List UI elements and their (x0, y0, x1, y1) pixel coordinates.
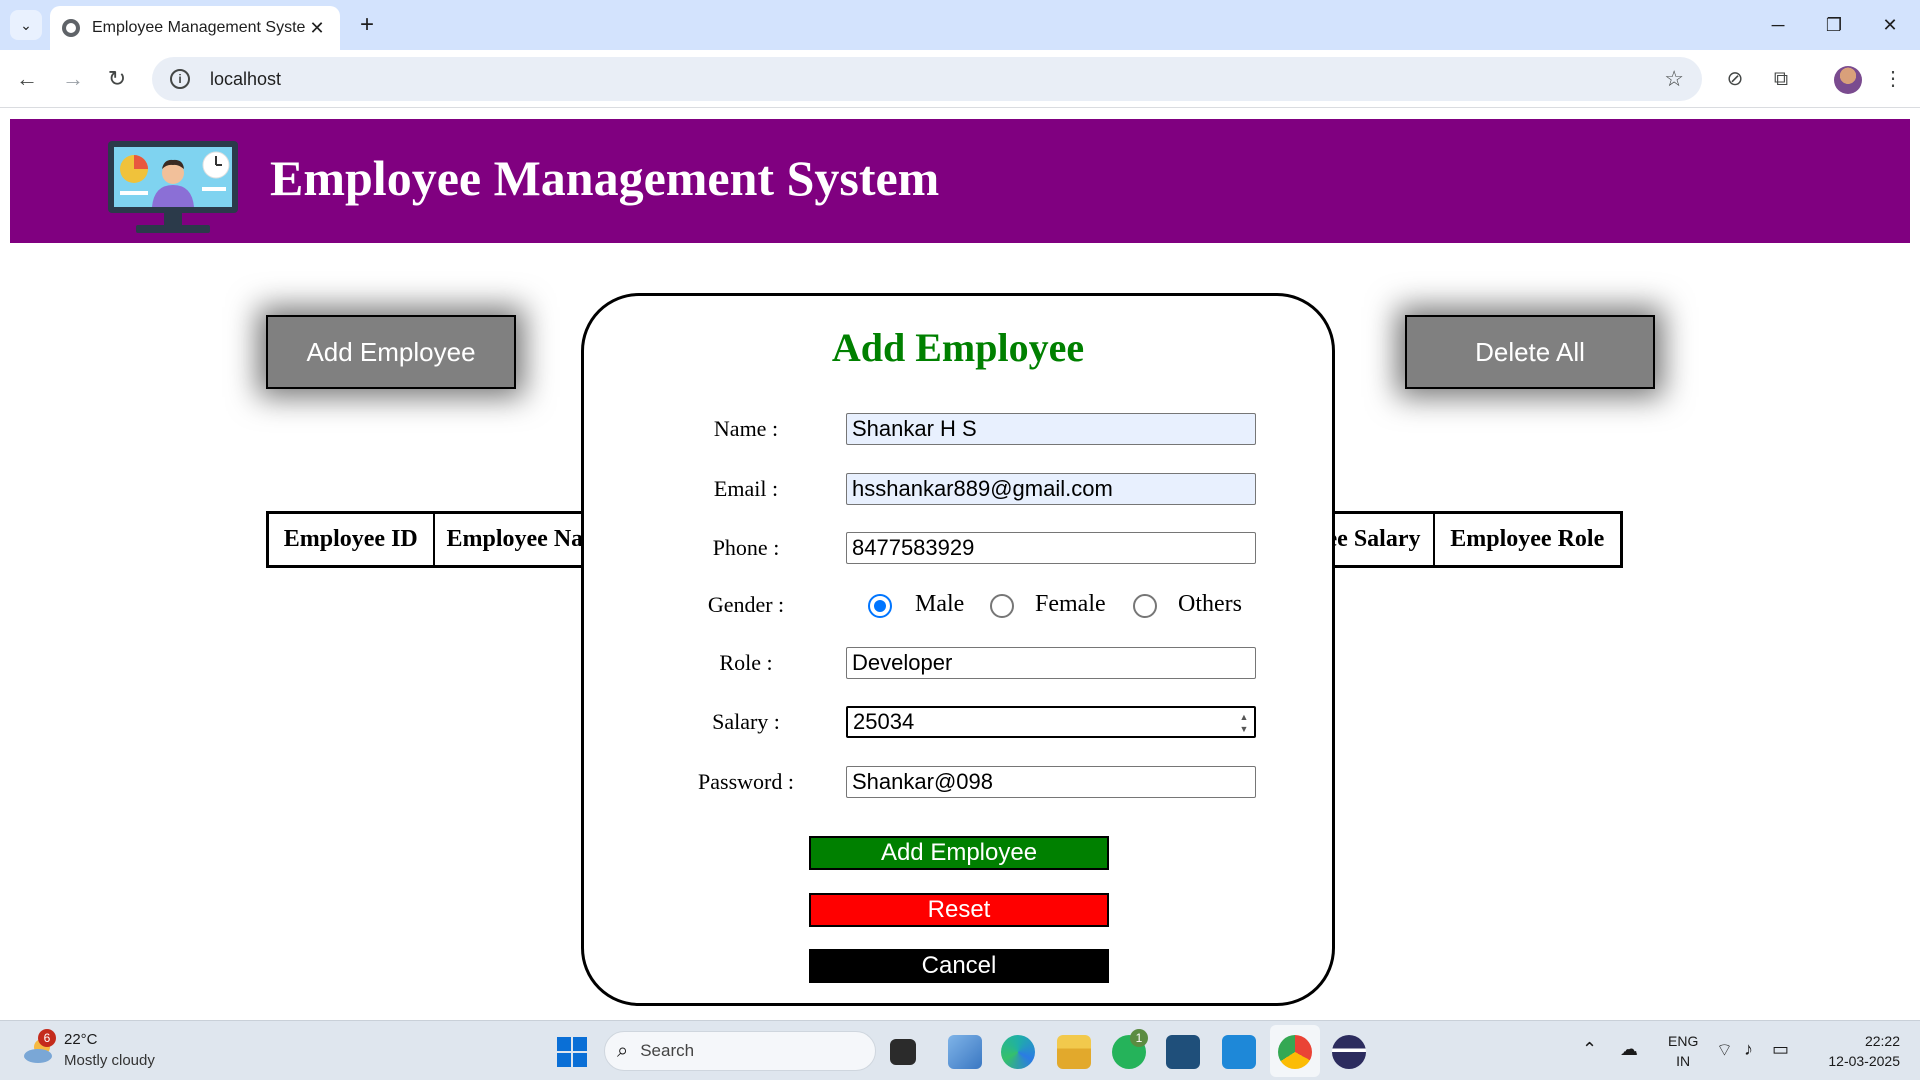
cancel-button[interactable]: Cancel (809, 949, 1109, 983)
no-tracking-icon[interactable]: ⊘ (1720, 64, 1750, 94)
site-info-icon[interactable]: i (170, 69, 190, 89)
whatsapp-unread-badge: 1 (1130, 1029, 1148, 1047)
gender-male-label: Male (915, 591, 965, 617)
forward-arrow-icon[interactable]: → (56, 62, 90, 96)
clock-date: 12-03-2025 (1828, 1053, 1900, 1069)
minimize-icon[interactable]: ─ (1750, 8, 1806, 42)
delete-all-button[interactable]: Delete All (1405, 315, 1655, 389)
column-header-employee-role: Employee Role (1432, 511, 1623, 568)
gender-others-radio[interactable] (1133, 594, 1157, 618)
mysql-workbench-icon[interactable] (1166, 1035, 1200, 1069)
gender-female-radio[interactable] (990, 594, 1014, 618)
vscode-icon[interactable] (1222, 1035, 1256, 1069)
salary-value: 25034 (853, 709, 915, 734)
windows-taskbar: 6 22°C Mostly cloudy ⌕ Search 1 ⌃ ☁ ENG … (0, 1020, 1920, 1080)
search-icon: ⌕ (617, 1039, 629, 1062)
tab-search-chevron-icon[interactable]: ⌄ (10, 10, 42, 40)
role-input[interactable]: Developer (846, 647, 1256, 679)
add-employee-open-button[interactable]: Add Employee (266, 315, 516, 389)
tab-title: Employee Management System (92, 19, 306, 36)
browser-tab[interactable]: Employee Management System ✕ (50, 6, 340, 50)
address-url[interactable]: localhost (210, 69, 1664, 90)
password-input[interactable]: Shankar@098 (846, 766, 1256, 798)
wifi-icon[interactable]: ⌔ (1716, 1039, 1733, 1062)
column-header-employee-id: Employee ID (266, 511, 435, 568)
window-close-icon[interactable]: ✕ (1862, 8, 1918, 42)
email-input[interactable]: hsshankar889@gmail.com (846, 473, 1256, 505)
show-hidden-icons-chevron-icon[interactable]: ⌃ (1582, 1039, 1597, 1060)
task-view-icon[interactable] (890, 1039, 916, 1065)
more-menu-icon[interactable]: ⋮ (1878, 64, 1908, 94)
name-label: Name : (713, 416, 779, 441)
system-clock[interactable]: 22:22 12-03-2025 (1810, 1031, 1900, 1071)
language-indicator[interactable]: ENG IN (1668, 1031, 1698, 1071)
employee-monitor-logo-icon (108, 141, 238, 233)
browser-tabstrip: ⌄ Employee Management System ✕ + ─ ❐ ✕ (0, 0, 1920, 50)
address-bar[interactable]: i localhost ☆ (152, 57, 1702, 101)
phone-input[interactable]: 8477583929 (846, 532, 1256, 564)
modal-title: Add Employee (831, 325, 1085, 370)
name-input[interactable]: Shankar H S (846, 413, 1256, 445)
restore-icon[interactable]: ❐ (1806, 8, 1862, 42)
password-label: Password : (698, 769, 794, 794)
salary-input[interactable]: 25034 ▲ ▼ (846, 706, 1256, 738)
onedrive-cloud-icon[interactable]: ☁ (1620, 1039, 1638, 1060)
gender-label: Gender : (707, 592, 785, 617)
number-spinner-icon[interactable]: ▲ ▼ (1238, 711, 1250, 735)
volume-icon[interactable]: ♪ (1744, 1039, 1753, 1060)
phone-label: Phone : (712, 535, 780, 560)
profile-avatar[interactable] (1834, 66, 1862, 94)
taskbar-search-box[interactable]: ⌕ Search (604, 1031, 876, 1071)
salary-label: Salary : (712, 709, 780, 734)
clock-time: 22:22 (1864, 1033, 1900, 1049)
role-label: Role : (719, 650, 773, 675)
language-code: ENG (1668, 1033, 1699, 1049)
page-title: Employee Management System (270, 150, 940, 206)
file-security-app-icon[interactable] (948, 1035, 982, 1069)
tab-close-icon[interactable]: ✕ (306, 18, 328, 39)
reload-icon[interactable]: ↻ (100, 62, 134, 96)
edge-browser-icon[interactable] (1001, 1035, 1035, 1069)
gender-male-radio[interactable] (868, 594, 892, 618)
globe-icon (62, 19, 80, 37)
add-employee-modal: Add Employee Name : Shankar H S Email : … (581, 293, 1335, 1006)
email-label: Email : (713, 476, 779, 501)
gender-others-label: Others (1178, 591, 1242, 617)
reset-button[interactable]: Reset (809, 893, 1109, 927)
new-tab-plus-icon[interactable]: + (352, 10, 382, 40)
taskbar-search-label: Search (640, 1041, 695, 1060)
file-explorer-icon[interactable] (1057, 1035, 1091, 1069)
region-code: IN (1676, 1053, 1691, 1069)
weather-alert-badge: 6 (38, 1029, 56, 1047)
browser-toolbar: ← → ↻ i localhost ☆ ⊘ ⧉ ⋮ (0, 50, 1920, 108)
submit-add-employee-button[interactable]: Add Employee (809, 836, 1109, 870)
bookmark-star-icon[interactable]: ☆ (1664, 66, 1684, 92)
back-arrow-icon[interactable]: ← (10, 62, 44, 96)
battery-icon[interactable]: ▭ (1772, 1039, 1789, 1060)
extensions-puzzle-icon[interactable]: ⧉ (1766, 64, 1796, 94)
gender-female-label: Female (1035, 591, 1106, 617)
weather-description[interactable]: Mostly cloudy (64, 1052, 155, 1069)
chrome-browser-icon[interactable] (1278, 1035, 1312, 1069)
windows-start-icon[interactable] (557, 1037, 587, 1067)
eclipse-ide-icon[interactable] (1332, 1035, 1366, 1069)
app-header: Employee Management System (10, 119, 1910, 243)
weather-temperature[interactable]: 22°C (64, 1031, 98, 1048)
